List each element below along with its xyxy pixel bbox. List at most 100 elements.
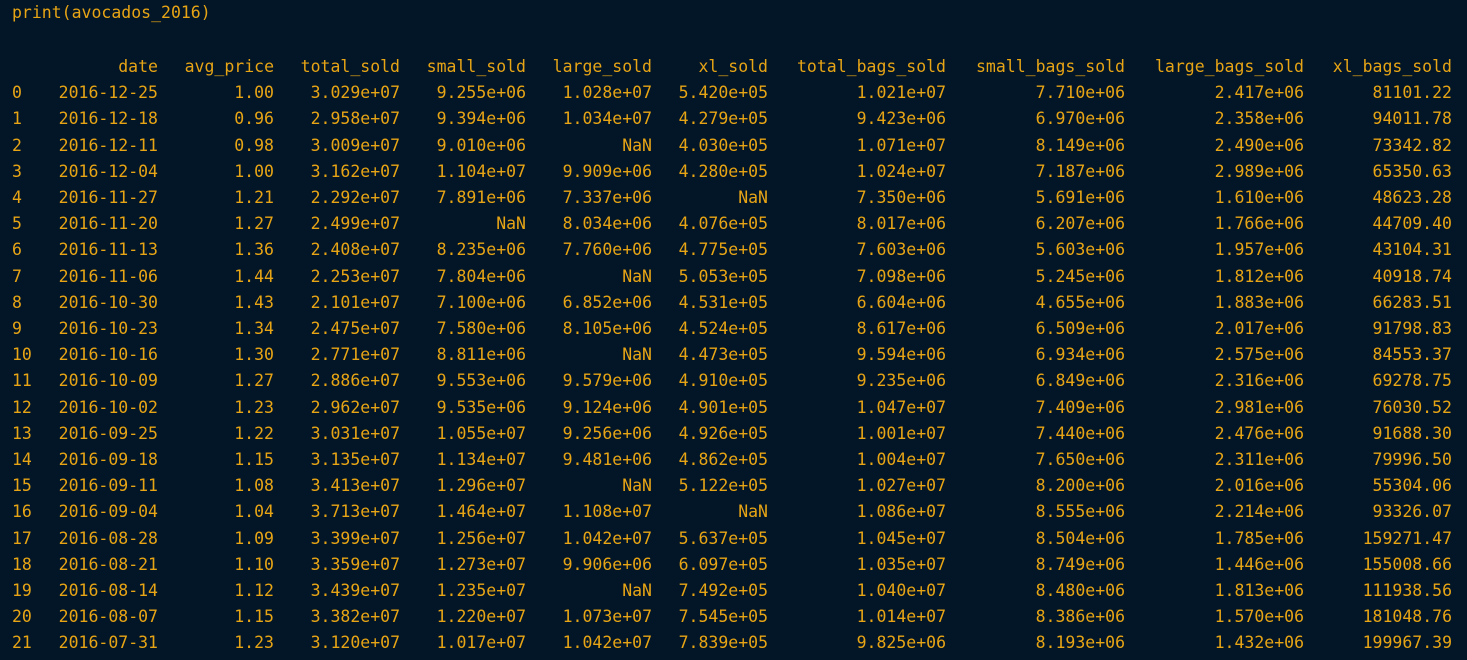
table-cell: 2016-11-06 xyxy=(58,266,158,286)
column-header-xl-sold: xl_sold xyxy=(698,57,768,76)
table-cell: 8.105e+06 xyxy=(562,319,652,339)
dataframe-table: date avg_price total_sold small_sold large_s… xyxy=(0,54,1452,657)
table-row: 11 2016-10-09 1.27 2.886e+07 9.553e+06 9.579e… xyxy=(0,368,1452,394)
table-cell: 4.030e+05 xyxy=(678,135,768,155)
table-cell: 66283.51 xyxy=(1372,292,1452,312)
table-cell: 2016-11-27 xyxy=(58,188,158,208)
table-cell: 3.029e+07 xyxy=(310,83,400,103)
table-cell: 2016-10-09 xyxy=(58,371,158,391)
table-cell: 1.15 xyxy=(234,450,274,470)
table-cell: 3.031e+07 xyxy=(310,423,400,443)
table-cell: 93326.07 xyxy=(1372,502,1452,522)
table-cell: 1.086e+07 xyxy=(856,502,946,522)
row-index: 8 xyxy=(12,292,22,312)
table-cell: 1.220e+07 xyxy=(436,607,526,627)
table-cell: 4.775e+05 xyxy=(678,240,768,260)
table-cell: 155008.66 xyxy=(1362,554,1452,574)
table-cell: 8.200e+06 xyxy=(1035,476,1125,496)
table-cell: 6.970e+06 xyxy=(1035,109,1125,129)
table-cell: 5.420e+05 xyxy=(678,83,768,103)
table-row: 21 2016-07-31 1.23 3.120e+07 1.017e+07 1.042e… xyxy=(0,630,1452,656)
table-cell: 2.886e+07 xyxy=(310,371,400,391)
row-index: 9 xyxy=(12,319,22,339)
table-cell: 9.825e+06 xyxy=(856,633,946,653)
table-cell: 9.535e+06 xyxy=(436,397,526,417)
table-cell: 2.476e+06 xyxy=(1214,423,1304,443)
table-cell: 91798.83 xyxy=(1372,319,1452,339)
row-index: 17 xyxy=(12,528,32,548)
table-cell: 7.545e+05 xyxy=(678,607,768,627)
table-cell: 5.691e+06 xyxy=(1035,188,1125,208)
table-cell: 2.016e+06 xyxy=(1214,476,1304,496)
table-cell: 7.650e+06 xyxy=(1035,450,1125,470)
console-output: print(avocados_2016) date avg_price total_… xyxy=(0,0,1467,660)
table-cell: 2.214e+06 xyxy=(1214,502,1304,522)
table-cell: 2.962e+07 xyxy=(310,397,400,417)
table-cell: 1.09 xyxy=(234,528,274,548)
table-cell: 2016-12-25 xyxy=(58,83,158,103)
table-cell: 6.097e+05 xyxy=(678,554,768,574)
table-cell: 7.100e+06 xyxy=(436,292,526,312)
table-cell: 1.035e+07 xyxy=(856,554,946,574)
table-cell: 159271.47 xyxy=(1362,528,1452,548)
table-cell: NaN xyxy=(738,502,768,522)
row-index: 3 xyxy=(12,161,22,181)
table-cell: 7.187e+06 xyxy=(1035,161,1125,181)
table-cell: 73342.82 xyxy=(1372,135,1452,155)
row-index: 13 xyxy=(12,423,32,443)
column-header-total-sold: total_sold xyxy=(300,57,400,76)
table-cell: 2016-12-18 xyxy=(58,109,158,129)
table-cell: 5.637e+05 xyxy=(678,528,768,548)
table-cell: 1.024e+07 xyxy=(856,161,946,181)
table-cell: 181048.76 xyxy=(1362,607,1452,627)
table-cell: 2016-10-02 xyxy=(58,397,158,417)
table-cell: 3.439e+07 xyxy=(310,581,400,601)
table-cell: 1.047e+07 xyxy=(856,397,946,417)
table-cell: 43104.31 xyxy=(1372,240,1452,260)
table-header-row: date avg_price total_sold small_sold large_s… xyxy=(0,54,1452,80)
table-cell: 1.108e+07 xyxy=(562,502,652,522)
column-header-xl-bags-sold: xl_bags_sold xyxy=(1332,57,1452,76)
table-cell: 2.499e+07 xyxy=(310,214,400,234)
table-row: 12 2016-10-02 1.23 2.962e+07 9.535e+06 9.124e… xyxy=(0,395,1452,421)
table-cell: 2016-10-30 xyxy=(58,292,158,312)
table-cell: 1.30 xyxy=(234,345,274,365)
table-cell: 1.00 xyxy=(234,161,274,181)
table-row: 20 2016-08-07 1.15 3.382e+07 1.220e+07 1.073e… xyxy=(0,604,1452,630)
table-cell: 3.120e+07 xyxy=(310,633,400,653)
table-cell: 6.849e+06 xyxy=(1035,371,1125,391)
table-cell: 4.862e+05 xyxy=(678,450,768,470)
table-row: 4 2016-11-27 1.21 2.292e+07 7.891e+06 7.337e+… xyxy=(0,185,1452,211)
table-cell: 5.245e+06 xyxy=(1035,266,1125,286)
table-cell: 1.27 xyxy=(234,371,274,391)
row-index: 6 xyxy=(12,240,22,260)
table-cell: 9.594e+06 xyxy=(856,345,946,365)
row-index: 7 xyxy=(12,266,22,286)
table-cell: 1.23 xyxy=(234,633,274,653)
table-cell: 2.575e+06 xyxy=(1214,345,1304,365)
table-cell: 2016-08-21 xyxy=(58,554,158,574)
table-cell: 4.280e+05 xyxy=(678,161,768,181)
table-cell: 2.771e+07 xyxy=(310,345,400,365)
table-cell: 1.004e+07 xyxy=(856,450,946,470)
table-row: 13 2016-09-25 1.22 3.031e+07 1.055e+07 9.256e… xyxy=(0,421,1452,447)
table-cell: 5.053e+05 xyxy=(678,266,768,286)
table-cell: 1.296e+07 xyxy=(436,476,526,496)
table-cell: 2.989e+06 xyxy=(1214,161,1304,181)
table-cell: 4.926e+05 xyxy=(678,423,768,443)
row-index: 4 xyxy=(12,188,22,208)
table-cell: 7.839e+05 xyxy=(678,633,768,653)
column-header-total-bags-sold: total_bags_sold xyxy=(796,57,946,76)
table-cell: 4.524e+05 xyxy=(678,319,768,339)
table-row: 0 2016-12-25 1.00 3.029e+07 9.255e+06 1.028e+… xyxy=(0,80,1452,106)
row-index: 16 xyxy=(12,502,32,522)
table-cell: 8.504e+06 xyxy=(1035,528,1125,548)
table-cell: 1.432e+06 xyxy=(1214,633,1304,653)
table-cell: 7.350e+06 xyxy=(856,188,946,208)
table-cell: 7.337e+06 xyxy=(562,188,652,208)
table-cell: 8.480e+06 xyxy=(1035,581,1125,601)
table-cell: 3.399e+07 xyxy=(310,528,400,548)
table-cell: 76030.52 xyxy=(1372,397,1452,417)
table-cell: 1.034e+07 xyxy=(562,109,652,129)
table-cell: 2016-10-16 xyxy=(58,345,158,365)
